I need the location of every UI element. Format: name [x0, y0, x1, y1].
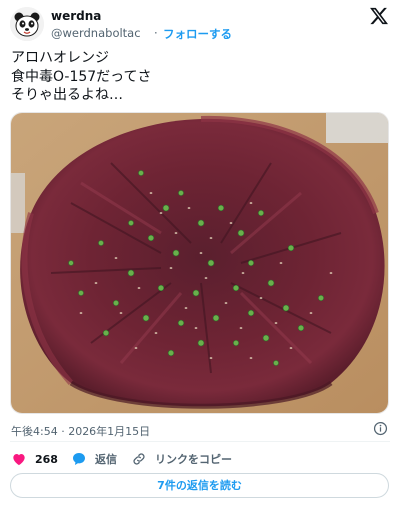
meat-platter-photo-icon: [11, 113, 388, 413]
reply-label: 返信: [95, 453, 117, 466]
divider: [10, 441, 390, 442]
follow-button[interactable]: フォローする: [163, 26, 232, 42]
read-replies-button[interactable]: 7件の返信を読む: [10, 473, 389, 498]
heart-icon: [13, 454, 25, 466]
link-icon: [133, 453, 145, 465]
author-handle[interactable]: @werdnaboltac: [51, 26, 141, 40]
tweet-embed-card: werdna @werdnaboltac · フォローする アロハオレンジ 食中…: [0, 0, 400, 509]
copy-link-label: リンクをコピー: [155, 453, 232, 466]
copy-link-button[interactable]: リンクをコピー: [131, 451, 232, 467]
tweet-photo[interactable]: [10, 112, 389, 414]
separator-dot: ·: [154, 26, 158, 40]
tweet-text-line: 食中毒O-157だってさ: [11, 68, 152, 85]
reply-bubble-icon: [73, 453, 85, 465]
tweet-text: アロハオレンジ 食中毒O-157だってさ そりゃ出るよね…: [11, 49, 381, 105]
reply-button[interactable]: 返信: [71, 451, 117, 467]
tweet-timestamp[interactable]: 午後4:54 · 2026年1月15日: [11, 423, 150, 439]
author-avatar[interactable]: [10, 7, 44, 41]
like-count: 268: [35, 452, 58, 466]
tweet-text-line: そりゃ出るよね…: [11, 87, 123, 103]
info-icon[interactable]: [373, 421, 388, 436]
author-name[interactable]: werdna: [51, 9, 101, 23]
tweet-text-line: アロハオレンジ: [11, 50, 109, 66]
x-logo-icon[interactable]: [369, 6, 389, 26]
like-button[interactable]: 268: [11, 451, 58, 467]
